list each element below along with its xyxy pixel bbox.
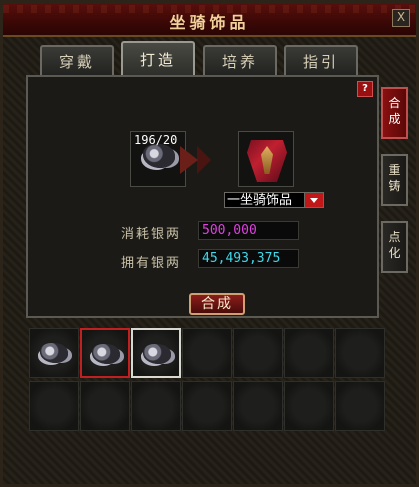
mount-ornament-icon (247, 140, 287, 182)
result-select-label: 一坐骑饰品 (227, 193, 293, 208)
silver-ore-icon (92, 344, 120, 364)
side-tab-char: 铸 (388, 179, 401, 193)
inventory-grid (29, 328, 386, 432)
inventory-slot[interactable] (80, 328, 130, 378)
tab-wear[interactable]: 穿戴 (40, 45, 114, 75)
inventory-slot[interactable] (80, 381, 130, 431)
side-tab-char: 点 (388, 230, 401, 244)
tab-guide[interactable]: 指引 (284, 45, 358, 75)
cost-value: 500,000 (198, 221, 299, 240)
inventory-slot[interactable] (233, 328, 283, 378)
inventory-slot[interactable] (29, 381, 79, 431)
inventory-slot[interactable] (233, 381, 283, 431)
arrow-tail-icon (197, 146, 211, 174)
game-window: 坐骑饰品 X 穿戴 打造 培养 指引 ? 196/20 一坐骑饰品 消耗银两 5… (0, 0, 419, 487)
result-slot[interactable] (238, 131, 294, 187)
owned-value: 45,493,375 (198, 249, 299, 268)
title-bar[interactable]: 坐骑饰品 X (3, 3, 416, 37)
inventory-slot[interactable] (29, 328, 79, 378)
side-tab-char: 成 (388, 112, 401, 126)
silver-ore-icon (40, 343, 68, 363)
window-title: 坐骑饰品 (169, 13, 250, 32)
forge-panel: ? (26, 75, 379, 318)
side-tab-char: 化 (388, 246, 401, 260)
material-count: 196/20 (134, 133, 178, 147)
side-tab-compose[interactable]: 合 成 (381, 87, 408, 139)
inventory-slot[interactable] (284, 328, 334, 378)
cost-label: 消耗银两 (121, 227, 182, 242)
side-tab-recast[interactable]: 重 铸 (381, 154, 408, 206)
inventory-slot[interactable] (182, 328, 232, 378)
chevron-down-icon[interactable] (304, 193, 323, 207)
close-button[interactable]: X (392, 9, 410, 27)
inventory-slot[interactable] (284, 381, 334, 431)
side-tab-refine[interactable]: 点 化 (381, 221, 408, 273)
compose-button[interactable]: 合成 (189, 293, 245, 315)
silver-ore-icon (143, 344, 171, 364)
tab-train[interactable]: 培养 (203, 45, 277, 75)
silver-ore-icon (143, 144, 175, 168)
side-tab-char: 重 (388, 163, 401, 177)
result-select[interactable]: 一坐骑饰品 (224, 192, 324, 208)
tab-forge[interactable]: 打造 (121, 41, 195, 75)
arrow-right-icon (180, 146, 198, 174)
inventory-slot[interactable] (335, 328, 385, 378)
owned-label: 拥有银两 (121, 256, 182, 271)
material-slot[interactable]: 196/20 (130, 131, 186, 187)
inventory-slot[interactable] (182, 381, 232, 431)
help-button[interactable]: ? (357, 81, 373, 97)
inventory-slot[interactable] (131, 381, 181, 431)
inventory-slot[interactable] (131, 328, 181, 378)
inventory-slot[interactable] (335, 381, 385, 431)
side-tab-char: 合 (388, 96, 401, 110)
